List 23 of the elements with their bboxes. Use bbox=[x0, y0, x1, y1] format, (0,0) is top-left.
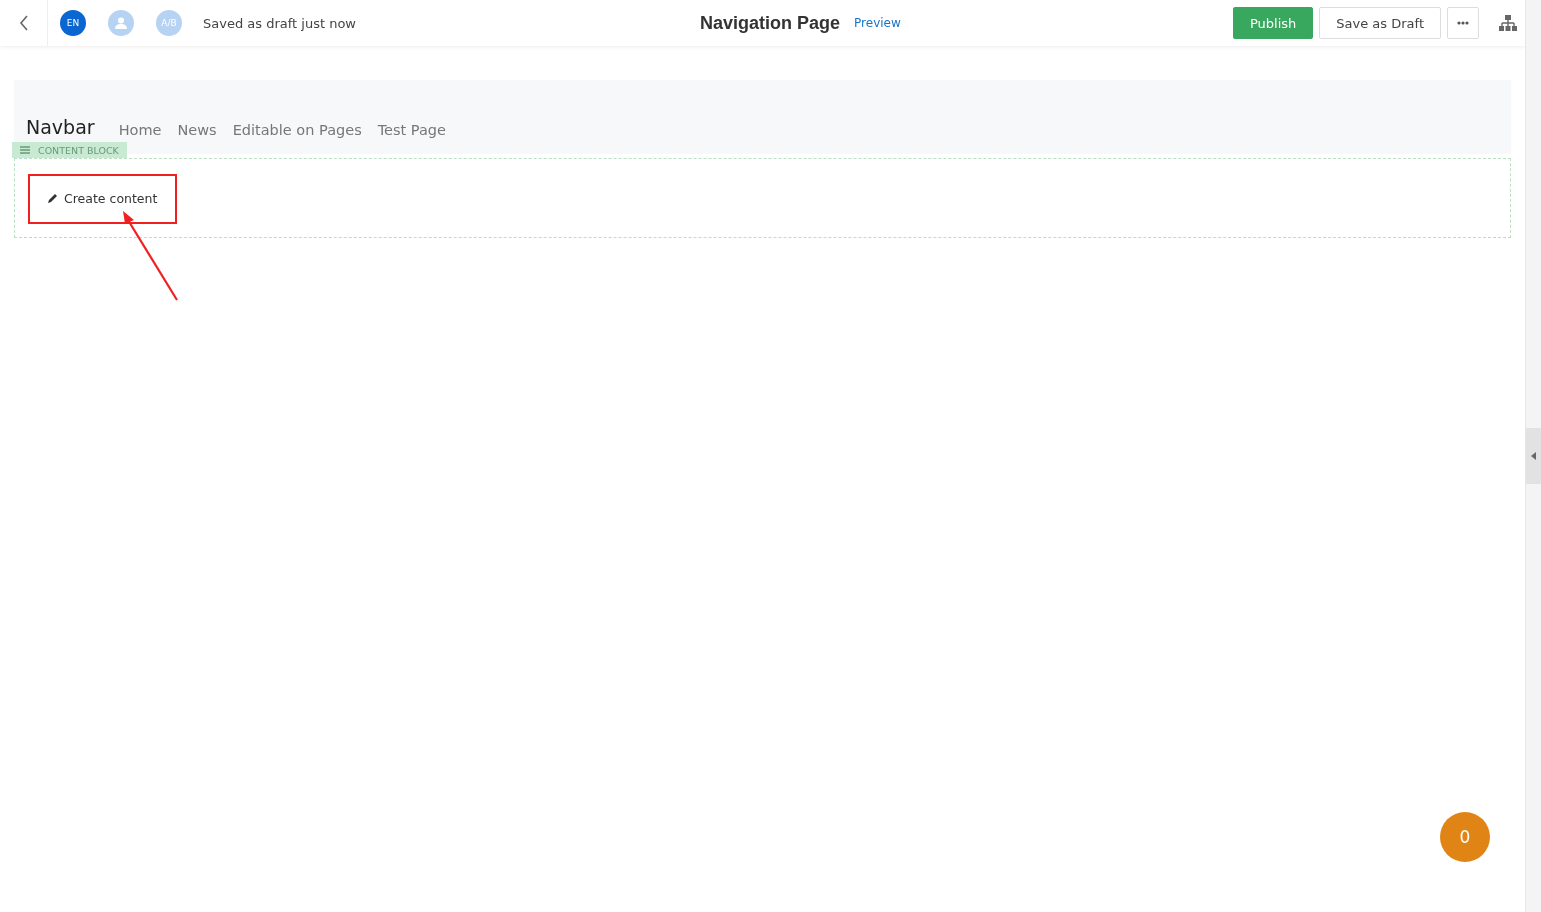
pencil-icon bbox=[47, 192, 59, 204]
page-title: Navigation Page bbox=[700, 12, 841, 34]
sitemap-icon[interactable] bbox=[1499, 15, 1517, 31]
nav-link[interactable]: Test Page bbox=[377, 122, 446, 138]
notification-badge[interactable]: 0 bbox=[1440, 812, 1490, 862]
menu-icon[interactable] bbox=[20, 146, 30, 154]
language-badge[interactable]: EN bbox=[60, 10, 86, 36]
nav-link[interactable]: Home bbox=[118, 122, 162, 138]
more-button[interactable] bbox=[1447, 7, 1479, 39]
navbar-brand: Navbar bbox=[26, 116, 95, 138]
more-icon bbox=[1457, 21, 1469, 25]
preview-link[interactable]: Preview bbox=[854, 16, 901, 30]
create-content-button[interactable]: Create content bbox=[37, 184, 168, 212]
content-block-label: CONTENT BLOCK bbox=[38, 144, 119, 156]
chevron-left-icon bbox=[18, 15, 29, 31]
save-status: Saved as draft just now bbox=[203, 15, 356, 31]
user-icon[interactable] bbox=[108, 10, 134, 36]
nav-link[interactable]: News bbox=[177, 122, 217, 138]
publish-button[interactable]: Publish bbox=[1232, 7, 1314, 39]
nav-link[interactable]: Editable on Pages bbox=[232, 122, 362, 138]
panel-toggle[interactable] bbox=[1526, 428, 1541, 484]
caret-left-icon bbox=[1531, 452, 1536, 460]
save-draft-button[interactable]: Save as Draft bbox=[1319, 7, 1441, 39]
